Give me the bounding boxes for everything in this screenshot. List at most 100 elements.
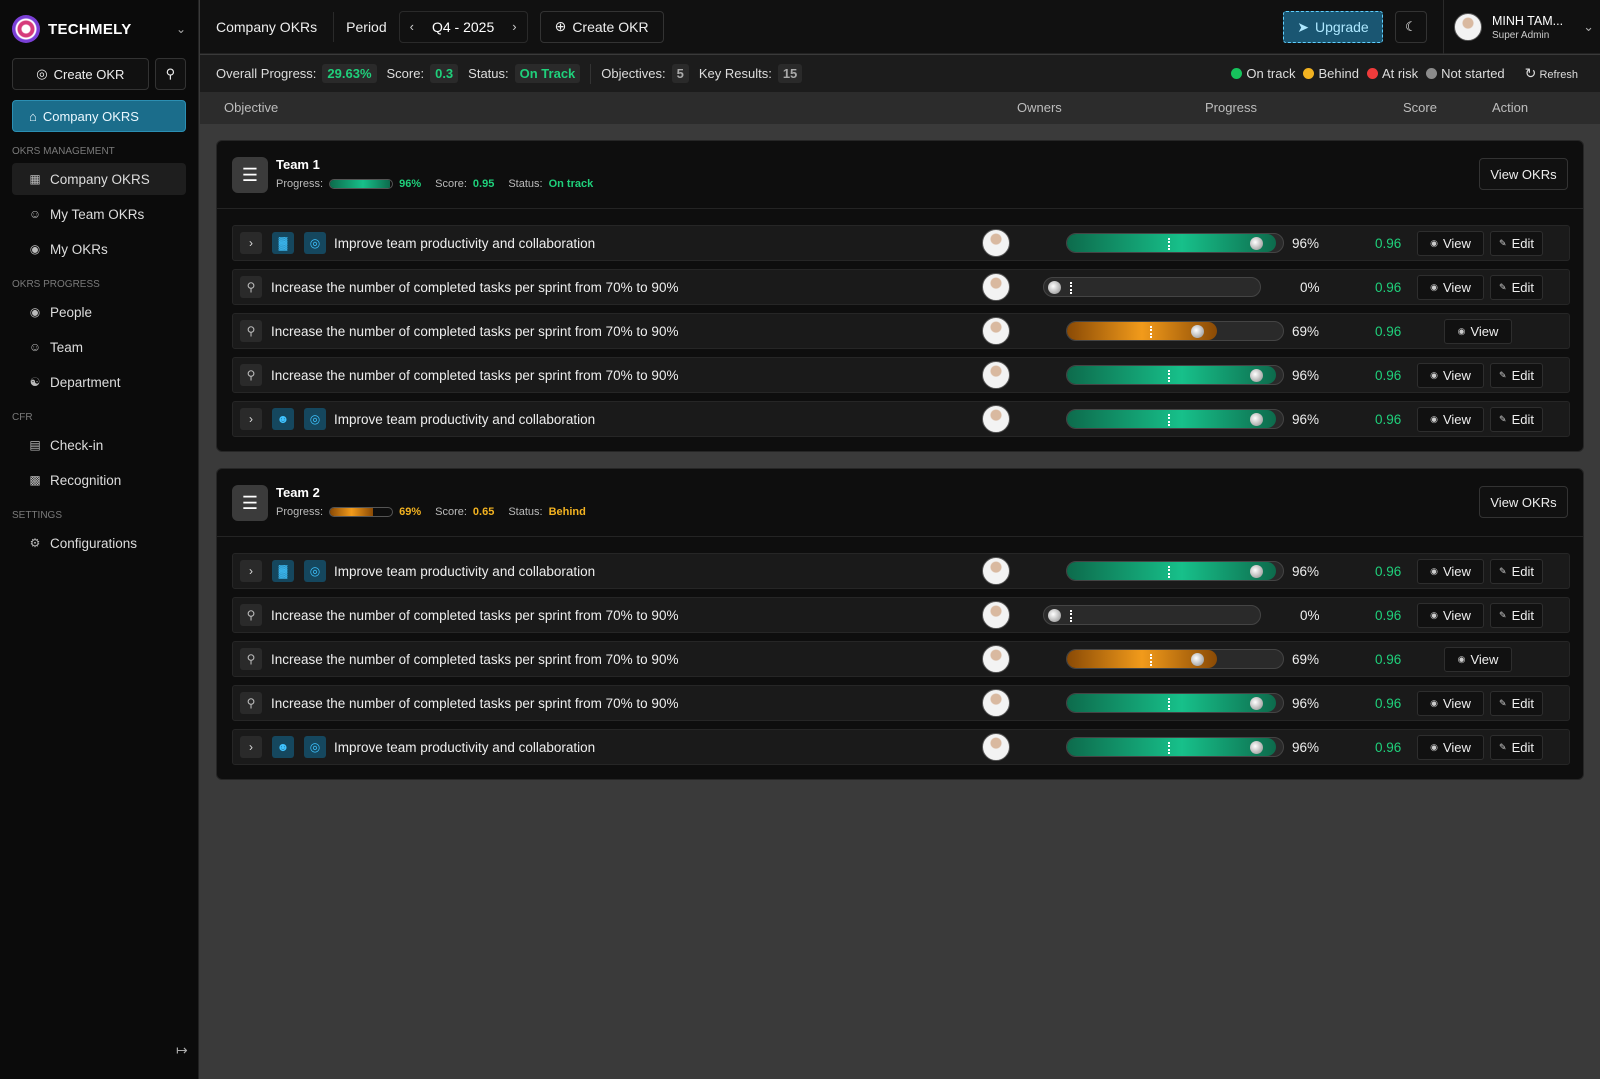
sidebar-item[interactable]: ▩ Recognition <box>12 464 186 496</box>
view-button[interactable]: ◉ View <box>1444 319 1512 344</box>
table-row[interactable]: › ▓ ◎ Improve team productivity and coll… <box>232 553 1570 589</box>
table-row[interactable]: ⚲ Increase the number of completed tasks… <box>232 269 1570 305</box>
progress-slider[interactable] <box>1066 649 1284 669</box>
theme-toggle-button[interactable]: ☾ <box>1395 11 1427 43</box>
table-row[interactable]: ⚲ Increase the number of completed tasks… <box>232 357 1570 393</box>
progress-slider[interactable] <box>1066 365 1284 385</box>
progress-slider[interactable] <box>1043 277 1261 297</box>
view-button[interactable]: ◉ View <box>1417 407 1484 432</box>
team-progress-value: 96% <box>399 178 422 190</box>
overall-progress-value: 29.63% <box>322 64 377 83</box>
sidebar-item-company-okrs-home[interactable]: ⌂ Company OKRS <box>12 100 186 132</box>
logout-icon[interactable]: ↦ <box>176 1042 188 1059</box>
table-row[interactable]: › ☻ ◎ Improve team productivity and coll… <box>232 401 1570 437</box>
slider-handle[interactable] <box>1048 609 1061 622</box>
table-row[interactable]: ⚲ Increase the number of completed tasks… <box>232 313 1570 349</box>
view-button[interactable]: ◉ View <box>1417 559 1484 584</box>
owner-avatar[interactable] <box>982 229 1010 257</box>
sidebar-item[interactable]: ☺ Team <box>12 331 186 363</box>
team-meta: Progress: 69% Score: 0.65 Status: Behind <box>276 506 586 518</box>
sidebar-item[interactable]: ◉ People <box>12 296 186 328</box>
chevron-right-icon[interactable]: › <box>240 560 262 582</box>
pencil-icon: ✎ <box>1499 370 1507 380</box>
owner-avatar[interactable] <box>982 733 1010 761</box>
upgrade-button[interactable]: ➤ Upgrade <box>1283 11 1383 43</box>
brand[interactable]: TECHMELY ⌄ <box>0 0 198 58</box>
owner-avatar[interactable] <box>982 557 1010 585</box>
progress-slider[interactable] <box>1066 409 1284 429</box>
owner-avatar[interactable] <box>982 361 1010 389</box>
edit-button[interactable]: ✎ Edit <box>1490 363 1543 388</box>
topbar-create-okr-button[interactable]: ⊕ Create OKR <box>539 10 664 43</box>
search-button[interactable]: ⚲ <box>154 58 186 90</box>
eye-icon: ◉ <box>1430 282 1438 292</box>
sidebar-item[interactable]: ◉ My OKRs <box>12 233 186 265</box>
table-row[interactable]: ⚲ Increase the number of completed tasks… <box>232 641 1570 677</box>
chevron-right-icon[interactable]: › <box>240 736 262 758</box>
create-okr-button[interactable]: ◎ Create OKR <box>12 58 149 90</box>
table-row[interactable]: ⚲ Increase the number of completed tasks… <box>232 597 1570 633</box>
sidebar-item[interactable]: ☯ Department <box>12 366 186 398</box>
progress-slider[interactable] <box>1043 605 1261 625</box>
chevron-right-icon[interactable]: › <box>240 232 262 254</box>
target-icon: ◎ <box>304 408 326 430</box>
chevron-down-icon[interactable]: ⌄ <box>176 22 186 36</box>
slider-handle[interactable] <box>1048 281 1061 294</box>
view-button[interactable]: ◉ View <box>1417 735 1484 760</box>
owner-avatar[interactable] <box>982 405 1010 433</box>
edit-button[interactable]: ✎ Edit <box>1490 603 1543 628</box>
edit-button[interactable]: ✎ Edit <box>1490 691 1543 716</box>
sidebar-item[interactable]: ▤ Check-in <box>12 429 186 461</box>
table-row[interactable]: › ☻ ◎ Improve team productivity and coll… <box>232 729 1570 765</box>
edit-button[interactable]: ✎ Edit <box>1490 407 1543 432</box>
progress-slider[interactable] <box>1066 561 1284 581</box>
edit-button[interactable]: ✎ Edit <box>1490 735 1543 760</box>
view-button[interactable]: ◉ View <box>1417 691 1484 716</box>
row-score: 0.96 <box>1375 280 1402 295</box>
period-value[interactable]: Q4 - 2025 <box>424 19 502 35</box>
chevron-down-icon[interactable]: ⌄ <box>1583 19 1594 35</box>
view-button[interactable]: ◉ View <box>1417 363 1484 388</box>
progress-slider[interactable] <box>1066 233 1284 253</box>
edit-button[interactable]: ✎ Edit <box>1490 231 1543 256</box>
sidebar-item[interactable]: ☺ My Team OKRs <box>12 198 186 230</box>
legend-dot <box>1366 68 1378 79</box>
refresh-button[interactable]: ↻ Refresh <box>1525 65 1578 82</box>
period-selector: ‹ Q4 - 2025 › <box>398 10 528 43</box>
table-row[interactable]: › ▓ ◎ Improve team productivity and coll… <box>232 225 1570 261</box>
progress-slider[interactable] <box>1066 693 1284 713</box>
bar-chart-icon: ▓ <box>272 560 294 582</box>
table-row[interactable]: ⚲ Increase the number of completed tasks… <box>232 685 1570 721</box>
row-score: 0.96 <box>1375 236 1402 251</box>
view-button[interactable]: ◉ View <box>1417 275 1484 300</box>
legend-dot <box>1426 68 1438 79</box>
owner-avatar[interactable] <box>982 645 1010 673</box>
row-title: Increase the number of completed tasks p… <box>271 324 679 339</box>
user-menu[interactable]: MINH TAM... Super Admin ⌄ <box>1443 0 1594 54</box>
view-okrs-button[interactable]: View OKRs <box>1479 158 1568 190</box>
header-owners: Owners <box>1017 100 1062 115</box>
chevron-left-icon[interactable]: ‹ <box>400 19 424 34</box>
owner-avatar[interactable] <box>982 273 1010 301</box>
progress-slider[interactable] <box>1066 737 1284 757</box>
owner-avatar[interactable] <box>982 689 1010 717</box>
owner-avatar[interactable] <box>982 601 1010 629</box>
edit-button[interactable]: ✎ Edit <box>1490 559 1543 584</box>
chevron-right-icon[interactable]: › <box>502 19 526 34</box>
sidebar-section-title: OKRS PROGRESS <box>12 279 100 290</box>
view-button[interactable]: ◉ View <box>1417 231 1484 256</box>
progress-fill <box>1067 694 1277 712</box>
progress-slider[interactable] <box>1066 321 1284 341</box>
view-button[interactable]: ◉ View <box>1444 647 1512 672</box>
view-okrs-button[interactable]: View OKRs <box>1479 486 1568 518</box>
gear-icon: ⚙ <box>29 536 41 550</box>
owner-avatar[interactable] <box>982 317 1010 345</box>
edit-button[interactable]: ✎ Edit <box>1490 275 1543 300</box>
view-button[interactable]: ◉ View <box>1417 603 1484 628</box>
target-icon: ◎ <box>304 736 326 758</box>
sidebar-item[interactable]: ▦ Company OKRS <box>12 163 186 195</box>
sidebar-item[interactable]: ⚙ Configurations <box>12 527 186 559</box>
row-score: 0.96 <box>1375 564 1402 579</box>
view-label: View <box>1442 236 1471 251</box>
chevron-right-icon[interactable]: › <box>240 408 262 430</box>
